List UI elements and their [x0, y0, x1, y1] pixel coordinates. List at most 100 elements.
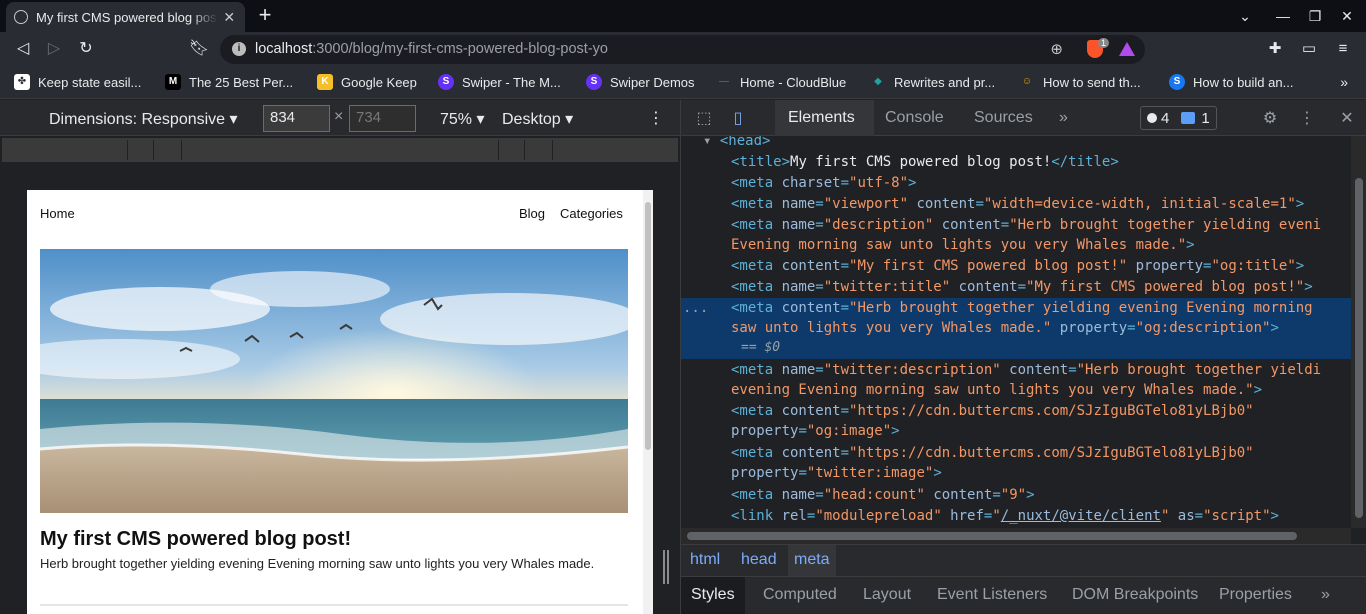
- more-subtabs-icon[interactable]: »: [1321, 586, 1330, 604]
- bookmark-favicon: —: [719, 76, 729, 87]
- browser-tab[interactable]: My first CMS powered blog post! ✕: [6, 2, 245, 32]
- dom-node-meta-twitter-description-cont[interactable]: evening Evening morning saw unto lights …: [681, 380, 1351, 401]
- zoom-dropdown[interactable]: 75% ▾: [440, 109, 485, 129]
- menu-icon[interactable]: ≡: [1332, 38, 1354, 60]
- dom-node-meta-head-count[interactable]: <meta name="head:count" content="9">: [681, 485, 1351, 506]
- breadcrumb: html head meta: [681, 544, 1366, 577]
- tab-dom-breakpoints[interactable]: DOM Breakpoints: [1072, 586, 1198, 604]
- bookmark-item[interactable]: — Home - CloudBlue: [716, 74, 846, 90]
- tab-styles[interactable]: Styles: [681, 577, 745, 614]
- tab-sources[interactable]: Sources: [974, 109, 1033, 127]
- bookmark-item[interactable]: ☺ How to send th...: [1019, 74, 1141, 90]
- breadcrumb-meta[interactable]: meta: [788, 545, 836, 576]
- dom-node-meta-charset[interactable]: <meta charset="utf-8">: [681, 173, 1351, 194]
- code-token: >: [1295, 196, 1305, 212]
- zoom-icon[interactable]: ⊕: [1050, 40, 1063, 58]
- zoom-label: 75%: [440, 111, 473, 128]
- dom-node-link-modulepreload[interactable]: <link rel="modulepreload" href="/_nuxt/@…: [681, 506, 1351, 527]
- tab-computed[interactable]: Computed: [763, 586, 837, 604]
- code-token: =: [815, 196, 824, 212]
- issues-badges[interactable]: 4 1: [1140, 106, 1217, 130]
- breadcrumb-head[interactable]: head: [735, 551, 783, 569]
- dom-node-title[interactable]: <title>My first CMS powered blog post!</…: [681, 152, 1351, 173]
- viewport-width-input[interactable]: 834: [263, 105, 330, 132]
- close-window-button[interactable]: ✕: [1336, 6, 1358, 26]
- restore-button[interactable]: ❐: [1304, 6, 1326, 26]
- site-info-icon[interactable]: i: [232, 42, 246, 56]
- viewport-height-input[interactable]: 734: [349, 105, 416, 132]
- tab-layout[interactable]: Layout: [863, 586, 911, 604]
- scrollbar-thumb[interactable]: [1355, 178, 1363, 518]
- bookmark-icon[interactable]: 🔖︎: [188, 38, 210, 60]
- dom-node-meta-twitter-description[interactable]: <meta name="twitter:description" content…: [681, 360, 1351, 381]
- bookmark-item[interactable]: M The 25 Best Per...: [165, 74, 293, 90]
- close-devtools-icon[interactable]: ✕: [1336, 108, 1358, 130]
- dom-node-meta-twitter-title[interactable]: <meta name="twitter:title" content="My f…: [681, 277, 1351, 298]
- bookmarks-bar: ✤ Keep state easil... M The 25 Best Per...…: [0, 66, 1366, 99]
- address-bar[interactable]: i localhost:3000/blog/my-first-cms-power…: [220, 35, 1145, 64]
- elements-vertical-scrollbar[interactable]: [1351, 136, 1366, 528]
- minimize-button[interactable]: —: [1272, 6, 1294, 26]
- code-link[interactable]: /_nuxt/@vite/client: [1001, 508, 1161, 524]
- dom-node-selected-cont[interactable]: saw unto lights you very Whales made." p…: [681, 318, 1351, 339]
- warnings-badge[interactable]: 4: [1141, 107, 1175, 129]
- resize-handle[interactable]: [663, 550, 669, 584]
- dom-node-meta-description[interactable]: <meta name="description" content="Herb b…: [681, 215, 1351, 236]
- tab-event-listeners[interactable]: Event Listeners: [937, 586, 1047, 604]
- nav-categories-link[interactable]: Categories: [560, 206, 623, 221]
- url-text[interactable]: localhost:3000/blog/my-first-cms-powered…: [255, 41, 608, 57]
- elements-horizontal-scrollbar[interactable]: [681, 528, 1351, 544]
- back-icon[interactable]: ◁: [12, 38, 34, 60]
- devtools-menu-icon[interactable]: ⋮: [1296, 108, 1318, 130]
- bookmark-item[interactable]: ✤ Keep state easil...: [14, 74, 141, 90]
- code-token: "og:image": [806, 423, 892, 439]
- dom-node-meta-og-description-selected[interactable]: ... <meta content="Herb brought together …: [681, 298, 1351, 319]
- forward-icon[interactable]: ▷: [43, 38, 65, 60]
- inspect-element-icon[interactable]: ⬚: [693, 108, 715, 130]
- dimensions-dropdown[interactable]: Dimensions: Responsive ▾: [49, 109, 238, 129]
- close-tab-icon[interactable]: ✕: [222, 9, 237, 25]
- nav-blog-link[interactable]: Blog: [519, 206, 545, 221]
- more-options-icon[interactable]: ⋮: [648, 108, 664, 128]
- code-token: >: [1304, 279, 1313, 295]
- bookmarks-overflow-icon[interactable]: »: [1340, 74, 1348, 90]
- new-tab-button[interactable]: +: [254, 4, 276, 26]
- reload-icon[interactable]: ↻: [75, 38, 97, 60]
- code-token: content: [933, 217, 1001, 233]
- extensions-icon[interactable]: ✚: [1264, 38, 1286, 60]
- dom-node-meta-twitter-image[interactable]: <meta content="https://cdn.buttercms.com…: [681, 443, 1351, 464]
- dom-node-meta-og-image[interactable]: <meta content="https://cdn.buttercms.com…: [681, 401, 1351, 422]
- page-scrollbar[interactable]: [643, 190, 653, 614]
- devtools-panel: ⬚ ▯ Elements Console Sources » 4 1 ⚙ ⋮ ✕…: [680, 100, 1366, 614]
- dom-node-head[interactable]: ▾ <head>: [681, 136, 1351, 152]
- dom-node-meta-viewport[interactable]: <meta name="viewport" content="width=dev…: [681, 194, 1351, 215]
- dom-node-meta-twitter-image-cont[interactable]: property="twitter:image">: [681, 463, 1351, 484]
- more-tabs-icon[interactable]: »: [1059, 109, 1068, 127]
- device-toolbar: Dimensions: Responsive ▾ 834 × 734 75% ▾…: [0, 100, 680, 136]
- dom-node-meta-og-image-cont[interactable]: property="og:image">: [681, 421, 1351, 442]
- tab-search-chevron-icon[interactable]: ⌄: [1234, 6, 1256, 26]
- device-mode-dropdown[interactable]: Desktop ▾: [502, 109, 573, 129]
- bookmark-item[interactable]: S Swiper - The M...: [438, 74, 561, 90]
- bookmark-item[interactable]: S How to build an...: [1169, 74, 1293, 90]
- breadcrumb-html[interactable]: html: [684, 551, 726, 569]
- media-query-ruler[interactable]: [2, 138, 678, 162]
- bookmark-item[interactable]: ◆ Rewrites and pr...: [870, 74, 995, 90]
- tab-elements[interactable]: Elements: [788, 109, 855, 127]
- bookmark-item[interactable]: S Swiper Demos: [586, 74, 695, 90]
- scrollbar-thumb[interactable]: [687, 532, 1297, 540]
- dom-node-meta-description-cont[interactable]: Evening morning saw unto lights you very…: [681, 235, 1351, 256]
- tab-properties[interactable]: Properties: [1219, 586, 1292, 604]
- device-toggle-icon[interactable]: ▯: [727, 108, 749, 130]
- collapse-arrow-icon[interactable]: ▾: [703, 136, 720, 149]
- tab-console[interactable]: Console: [885, 109, 944, 127]
- wallet-icon[interactable]: ▭: [1298, 38, 1320, 60]
- messages-badge[interactable]: 1: [1175, 107, 1215, 129]
- node-actions-ellipsis-icon[interactable]: ...: [683, 298, 708, 318]
- scrollbar-thumb[interactable]: [645, 202, 651, 450]
- brave-rewards-icon[interactable]: [1119, 42, 1135, 56]
- settings-gear-icon[interactable]: ⚙: [1259, 108, 1281, 130]
- nav-home-link[interactable]: Home: [40, 206, 75, 221]
- bookmark-item[interactable]: K Google Keep: [317, 74, 417, 90]
- dom-node-meta-og-title[interactable]: <meta content="My first CMS powered blog…: [681, 256, 1351, 277]
